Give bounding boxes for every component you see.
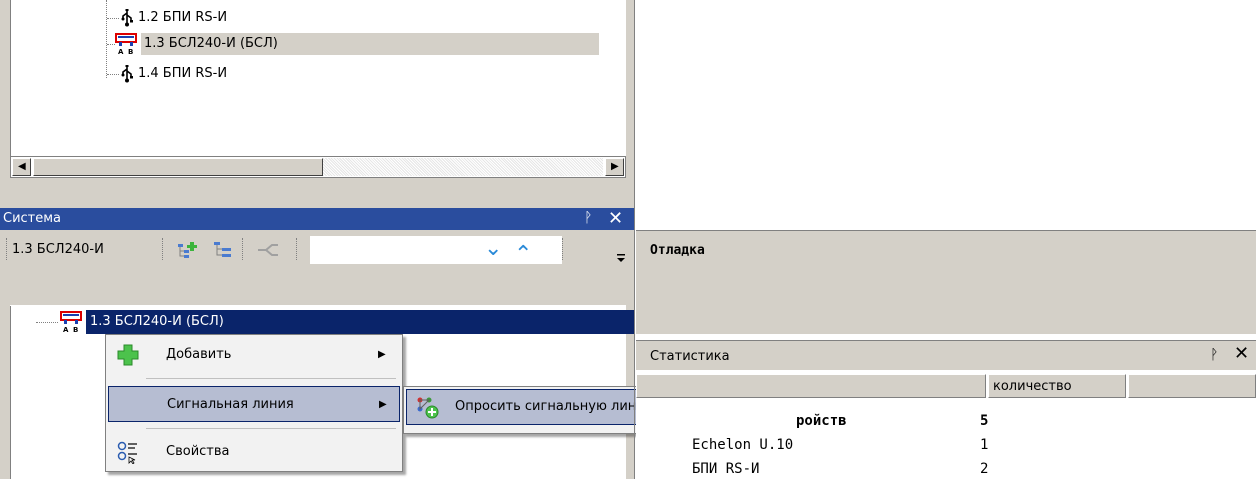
- tree-column-header: [10, 282, 626, 306]
- pin-icon[interactable]: ᚹ: [584, 210, 592, 226]
- pin-icon[interactable]: ᚹ: [1210, 347, 1218, 363]
- menu-item-label: Добавить: [166, 347, 232, 362]
- scroll-track[interactable]: [323, 158, 603, 176]
- menu-item-signal-line[interactable]: Сигнальная линия ▶: [108, 386, 400, 422]
- bsl-device-icon: AB: [60, 311, 82, 334]
- scroll-left-button[interactable]: ◀: [12, 158, 31, 176]
- svg-text:A: A: [118, 48, 124, 55]
- table-cell-name: Echelon U.10: [692, 437, 794, 453]
- system-panel-header: Система ᚹ ✕: [0, 208, 634, 230]
- table-cell-name: ройств: [796, 413, 847, 429]
- stats-panel-header: Статистика ᚹ ✕: [636, 340, 1256, 370]
- tree-item-label: 1.3 БСЛ240-И (БСЛ): [90, 314, 224, 329]
- connect-icon[interactable]: [256, 240, 280, 260]
- tree-item-selected[interactable]: 1.3 БСЛ240-И (БСЛ): [86, 310, 634, 334]
- toolbar-breadcrumb[interactable]: 1.3 БСЛ240-И: [12, 242, 104, 257]
- menu-separator: [146, 378, 396, 379]
- tree-connector: [107, 18, 119, 19]
- table-cell-value: 1: [980, 437, 989, 453]
- panel-gap: [0, 178, 634, 208]
- svg-text:B: B: [73, 326, 78, 333]
- tree-item-label: 1.3 БСЛ240-И (БСЛ): [141, 33, 599, 55]
- context-menu: Добавить ▶ Сигнальная линия ▶ Свойства: [105, 334, 403, 472]
- device-tree-top[interactable]: 1.2 БПИ RS-И AB 1.3 БСЛ240-И (БСЛ) 1.4 Б…: [10, 0, 626, 156]
- close-icon[interactable]: ✕: [608, 208, 623, 229]
- poll-line-icon: [415, 395, 439, 419]
- column-header-name[interactable]: [636, 374, 986, 398]
- panel-divider[interactable]: [634, 0, 635, 479]
- column-header-count[interactable]: количество: [988, 374, 1126, 398]
- scroll-thumb[interactable]: [33, 158, 323, 176]
- tree-item-bpi-1-4[interactable]: 1.4 БПИ RS-И: [107, 63, 617, 85]
- svg-text:A: A: [63, 326, 69, 333]
- add-node-icon[interactable]: [176, 240, 198, 260]
- arrow-left-icon: ◀: [18, 161, 26, 172]
- close-icon[interactable]: ✕: [1234, 343, 1249, 364]
- table-cell-value: 2: [980, 461, 989, 477]
- svg-text:B: B: [128, 48, 133, 55]
- panel-title: Статистика: [650, 349, 730, 364]
- next-down-icon[interactable]: ⌄: [484, 238, 502, 260]
- table-cell-name: БПИ RS-И: [692, 461, 760, 477]
- panel-title: Система: [3, 211, 62, 226]
- toolbar-separator: [162, 238, 163, 260]
- column-header-extra[interactable]: [1128, 374, 1256, 398]
- usb-icon: [119, 9, 135, 27]
- menu-item-properties[interactable]: Свойства: [108, 434, 400, 470]
- submenu-arrow-icon: ▶: [378, 349, 386, 360]
- menu-separator: [146, 428, 396, 429]
- tree-item-label: 1.4 БПИ RS-И: [138, 66, 228, 81]
- table-cell-value: 5: [980, 413, 989, 429]
- tree-item-bsl-1-3[interactable]: AB 1.3 БСЛ240-И (БСЛ): [107, 33, 627, 56]
- menu-item-label: Свойства: [166, 444, 230, 459]
- system-toolbar: 1.3 БСЛ240-И ⌄ ⌃: [0, 230, 634, 270]
- tree-connector: [36, 322, 58, 323]
- tree-connector: [107, 44, 115, 45]
- arrow-right-icon: ▶: [611, 161, 619, 172]
- tree-structure-icon[interactable]: [212, 240, 234, 260]
- tree-item-bpi-1-2[interactable]: 1.2 БПИ RS-И: [107, 7, 617, 29]
- horizontal-scrollbar[interactable]: ◀ ▶: [10, 156, 626, 178]
- scroll-right-button[interactable]: ▶: [605, 158, 624, 176]
- menu-item-label: Сигнальная линия: [167, 397, 294, 412]
- menu-item-add[interactable]: Добавить ▶: [108, 337, 400, 373]
- bsl-device-icon: AB: [115, 33, 137, 56]
- properties-icon: [116, 440, 140, 465]
- toolbar-separator: [296, 238, 297, 260]
- add-icon: [116, 343, 140, 367]
- debug-panel: Отладка: [636, 230, 1256, 334]
- tree-item-label: 1.2 БПИ RS-И: [138, 10, 228, 25]
- prev-up-icon[interactable]: ⌃: [514, 244, 532, 266]
- toolbar-separator: [6, 238, 7, 260]
- usb-icon: [119, 65, 135, 83]
- toolbar-separator: [242, 238, 243, 260]
- toolbar-overflow-icon[interactable]: [616, 252, 626, 262]
- tree-connector: [107, 74, 119, 75]
- submenu-arrow-icon: ▶: [379, 399, 387, 410]
- menu-item-label: Опросить сигнальную линию: [455, 399, 656, 414]
- stats-table: количество ройств 5 Echelon U.10 1 БПИ R…: [636, 370, 1256, 479]
- toolbar-separator: [562, 238, 563, 260]
- panel-title: Отладка: [650, 243, 705, 258]
